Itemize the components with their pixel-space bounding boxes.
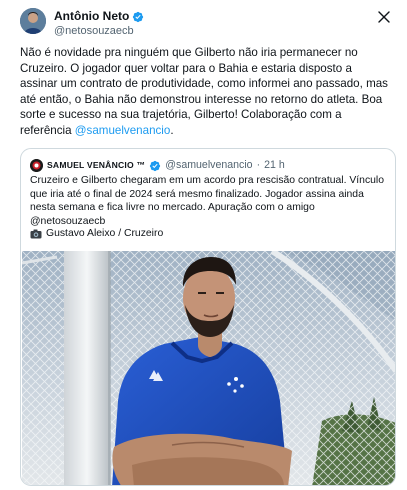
photo-credit: Gustavo Aleixo / Cruzeiro (30, 228, 163, 239)
tweet-header: Antônio Neto @netosouzaecb (20, 8, 393, 38)
tweet-body: Não é novidade pra ninguém que Gilberto … (20, 45, 392, 139)
author-handle[interactable]: @netosouzaecb (54, 25, 144, 37)
author-name[interactable]: Antônio Neto (54, 9, 129, 23)
camera-icon (30, 229, 42, 239)
quoted-author-avatar (30, 158, 43, 172)
author-info: Antônio Neto @netosouzaecb (54, 9, 144, 37)
mention-link[interactable]: @samuelvenancio (75, 124, 171, 137)
quoted-verified-badge-icon (149, 159, 161, 172)
tweet-text-end: . (170, 123, 174, 137)
author-avatar[interactable] (20, 8, 46, 34)
quoted-author-handle: @samuelvenancio (165, 159, 253, 171)
photo-credit-text: Gustavo Aleixo / Cruzeiro (46, 228, 164, 239)
player-photo[interactable] (21, 248, 395, 485)
quoted-author-name: SAMUEL VENÂNCIO ™ (47, 160, 146, 170)
separator-dot: · (256, 159, 261, 171)
quoted-tweet-header: SAMUEL VENÂNCIO ™ @samuelvenancio · 21 h (30, 158, 386, 172)
quoted-tweet[interactable]: SAMUEL VENÂNCIO ™ @samuelvenancio · 21 h… (20, 148, 396, 486)
quoted-tweet-text: Cruzeiro e Gilberto chegaram em um acord… (30, 175, 385, 227)
quoted-timestamp: 21 h (264, 159, 285, 171)
close-icon[interactable] (377, 10, 391, 24)
verified-badge-icon (132, 10, 144, 23)
